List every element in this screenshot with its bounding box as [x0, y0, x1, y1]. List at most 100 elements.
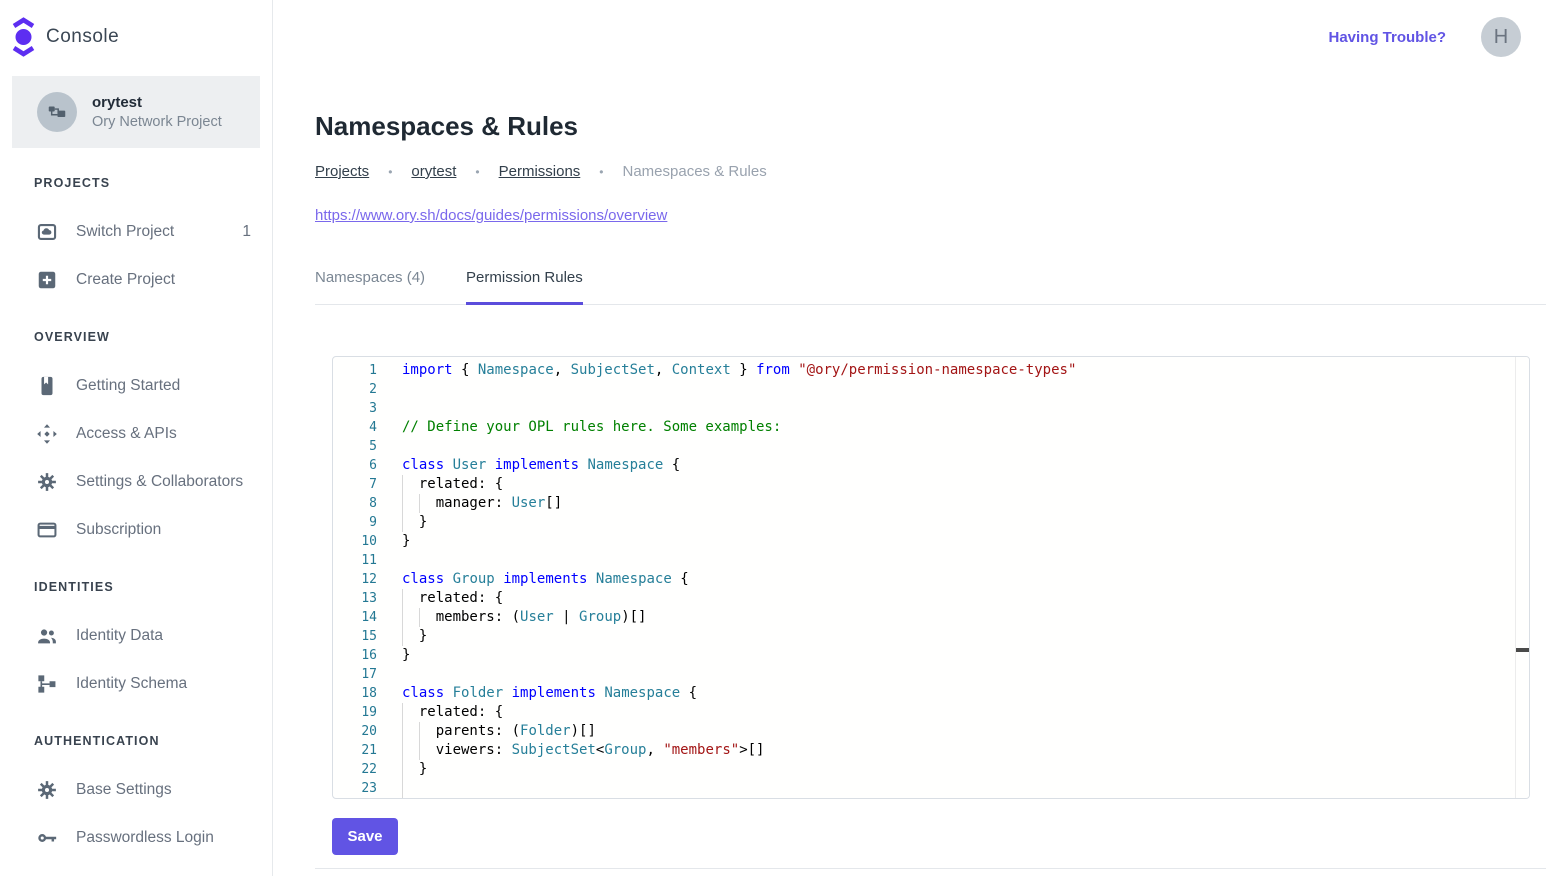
project-subtitle: Ory Network Project: [92, 114, 222, 130]
code-line: 12class Group implements Namespace {: [333, 570, 1529, 589]
indent-guide: [402, 798, 403, 799]
sidebar: Console orytest Ory Network Project PROJ…: [0, 0, 273, 876]
project-name: orytest: [92, 94, 222, 111]
passwordless-login-icon: [36, 827, 58, 849]
code-line: 19 related: {: [333, 703, 1529, 722]
tab-bar: Namespaces (4) Permission Rules: [315, 269, 1546, 305]
breadcrumb-projects[interactable]: Projects: [315, 163, 369, 180]
code-text: related: {: [402, 703, 1529, 722]
breadcrumb-separator: •: [599, 165, 603, 179]
code-line: 21 viewers: SubjectSet<Group, "members">…: [333, 741, 1529, 760]
brand: Console: [0, 0, 272, 60]
nav-section-projects: PROJECTS Switch Project1 Create Project: [0, 176, 272, 304]
code-text: related: {: [402, 589, 1529, 608]
having-trouble-link[interactable]: Having Trouble?: [1328, 29, 1446, 46]
breadcrumb-orytest[interactable]: orytest: [411, 163, 456, 180]
line-number: 3: [333, 399, 377, 418]
ory-console-app: Console orytest Ory Network Project PROJ…: [0, 0, 1556, 876]
project-info: orytest Ory Network Project: [92, 94, 222, 130]
indent-guide: [419, 741, 420, 760]
line-number: 1: [333, 361, 377, 380]
project-switcher-card[interactable]: orytest Ory Network Project: [12, 76, 260, 148]
indent-guide: [402, 722, 403, 741]
code-line: 18 class Folder implements Namespace {: [333, 684, 1529, 703]
docs-link[interactable]: https://www.ory.sh/docs/guides/permissio…: [315, 207, 667, 224]
line-number: 9: [333, 513, 377, 532]
sidebar-item-create-project[interactable]: Create Project: [0, 256, 272, 304]
sidebar-item-access-apis[interactable]: Access & APIs: [0, 410, 272, 458]
breadcrumb: Projects • orytest • Permissions • Namespaces …: [315, 163, 1546, 180]
indent-guide: [402, 760, 403, 779]
line-number: 13: [333, 589, 377, 608]
breadcrumb-separator: •: [388, 165, 392, 179]
brand-name: Console: [46, 26, 119, 48]
sidebar-item-settings-collaborators[interactable]: Settings & Collaborators: [0, 458, 272, 506]
line-number: 5: [333, 437, 377, 456]
line-number: 16: [333, 646, 377, 665]
line-number: 18: [333, 684, 377, 703]
editor-scrollbar[interactable]: [1515, 357, 1529, 798]
indent-guide: [419, 722, 420, 741]
breadcrumb-namespaces-rules: Namespaces & Rules: [623, 163, 767, 180]
line-number: 23: [333, 779, 377, 798]
sidebar-item-label: Passwordless Login: [76, 829, 214, 847]
line-number: 20: [333, 722, 377, 741]
line-number: 17: [333, 665, 377, 684]
indent-guide: [402, 703, 403, 722]
indent-guide: [402, 589, 403, 608]
line-number: 8: [333, 494, 377, 513]
code-text: members: (User | Group)[]: [402, 608, 1529, 627]
switch-project-icon: [36, 221, 58, 243]
indent-guide: [419, 494, 420, 513]
sidebar-item-badge: 1: [242, 223, 251, 241]
subscription-icon: [36, 519, 58, 541]
breadcrumb-separator: •: [475, 165, 479, 179]
breadcrumb-permissions[interactable]: Permissions: [499, 163, 581, 180]
code-text: import { Namespace, SubjectSet, Context …: [402, 361, 1529, 380]
line-number: 24: [333, 798, 377, 799]
line-number: 22: [333, 760, 377, 779]
section-title: IDENTITIES: [0, 580, 272, 595]
code-line: 4// Define your OPL rules here. Some exa…: [333, 418, 1529, 437]
tab-permission-rules[interactable]: Permission Rules: [466, 269, 583, 305]
line-number: 7: [333, 475, 377, 494]
sidebar-item-base-settings[interactable]: Base Settings: [0, 766, 272, 814]
code-text: class Folder implements Namespace {: [402, 684, 1529, 703]
code-line: 16}: [333, 646, 1529, 665]
sidebar-item-switch-project[interactable]: Switch Project1: [0, 208, 272, 256]
save-button[interactable]: Save: [332, 818, 398, 855]
user-avatar[interactable]: H: [1481, 17, 1521, 57]
code-line: 9 }: [333, 513, 1529, 532]
code-line: 5: [333, 437, 1529, 456]
sidebar-item-subscription[interactable]: Subscription: [0, 506, 272, 554]
code-line: 17: [333, 665, 1529, 684]
sidebar-item-identity-schema[interactable]: Identity Schema: [0, 660, 272, 708]
code-editor[interactable]: 1 import { Namespace, SubjectSet, Context…: [332, 356, 1530, 799]
create-project-icon: [36, 269, 58, 291]
sidebar-item-label: Access & APIs: [76, 425, 177, 443]
code-line: 1 import { Namespace, SubjectSet, Context…: [333, 361, 1529, 380]
line-number: 2: [333, 380, 377, 399]
code-lines: 1 import { Namespace, SubjectSet, Context…: [333, 361, 1529, 799]
line-number: 6: [333, 456, 377, 475]
sidebar-item-label: Create Project: [76, 271, 175, 289]
bottom-divider: [315, 868, 1546, 869]
code-text: }: [402, 513, 1529, 532]
sidebar-item-passwordless-login[interactable]: Passwordless Login: [0, 814, 272, 862]
line-number: 10: [333, 532, 377, 551]
section-title: OVERVIEW: [0, 330, 272, 345]
indent-guide: [419, 608, 420, 627]
sidebar-item-getting-started[interactable]: Getting Started: [0, 362, 272, 410]
section-title: AUTHENTICATION: [0, 734, 272, 749]
code-line: 22 }: [333, 760, 1529, 779]
code-line: 3: [333, 399, 1529, 418]
line-number: 21: [333, 741, 377, 760]
sidebar-item-identity-data[interactable]: Identity Data: [0, 612, 272, 660]
ory-logo-icon: [10, 17, 37, 57]
tab-namespaces-4[interactable]: Namespaces (4): [315, 269, 425, 305]
identity-schema-icon: [36, 673, 58, 695]
section-title: PROJECTS: [0, 176, 272, 191]
indent-guide: [402, 627, 403, 646]
code-line: 11: [333, 551, 1529, 570]
sidebar-item-label: Subscription: [76, 521, 161, 539]
